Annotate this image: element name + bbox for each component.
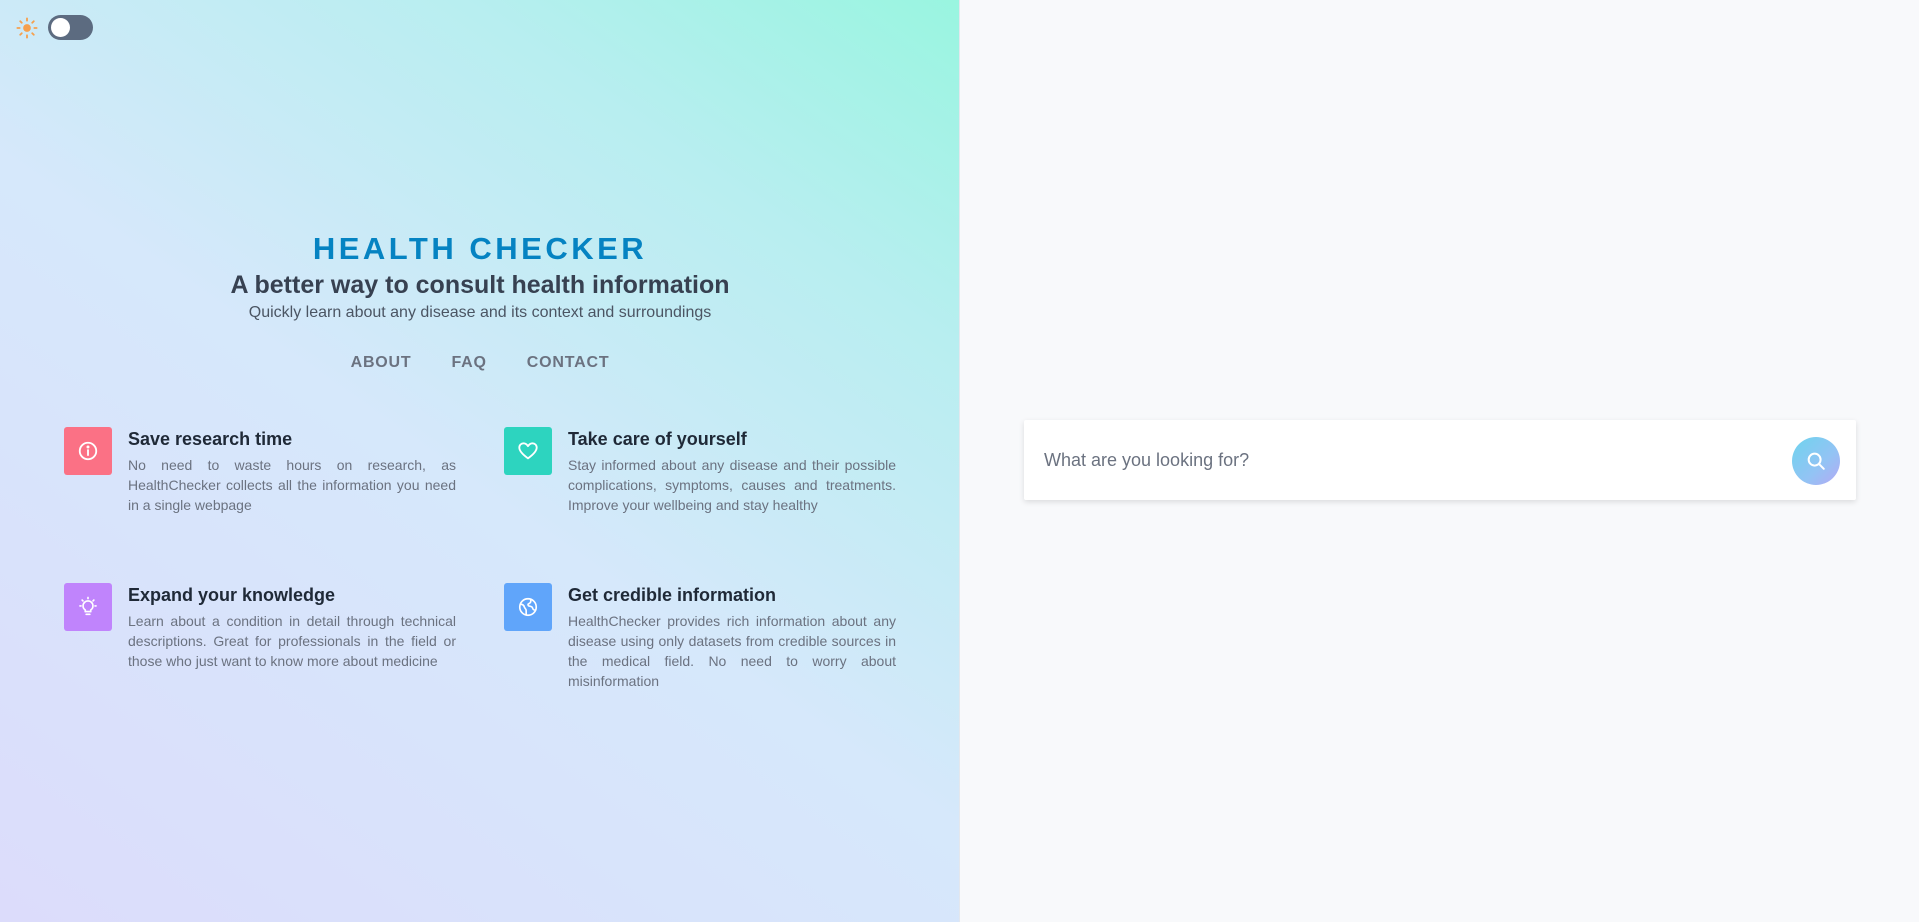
theme-toggle[interactable] xyxy=(16,15,93,40)
globe-icon xyxy=(518,597,538,617)
sun-icon xyxy=(16,16,38,39)
feature-description: No need to waste hours on research, as H… xyxy=(128,457,456,513)
heart-icon xyxy=(518,442,538,460)
lightbulb-icon xyxy=(79,596,97,616)
feature-title: Save research time xyxy=(128,429,293,449)
feature-title: Expand your knowledge xyxy=(128,585,336,605)
nav-faq[interactable]: FAQ xyxy=(451,352,486,374)
feature-icon-box xyxy=(504,583,552,631)
feature-icon-box xyxy=(504,427,552,475)
feature-save-research-time: Save research time No need to waste hour… xyxy=(64,427,456,547)
subtitle: Quickly learn about any disease and its … xyxy=(248,304,712,321)
search-icon xyxy=(1807,452,1825,470)
tagline: A better way to consult health informati… xyxy=(230,271,730,299)
nav-about[interactable]: ABOUT xyxy=(351,352,412,374)
main-nav: ABOUT FAQ CONTACT xyxy=(0,352,960,374)
hero: HEALTH CHECKER A better way to consult h… xyxy=(0,229,960,324)
feature-description: Learn about a condition in detail throug… xyxy=(128,613,456,669)
feature-title: Get credible information xyxy=(568,585,777,605)
feature-icon-box xyxy=(64,583,112,631)
search-input[interactable] xyxy=(1044,440,1764,480)
brand-title: HEALTH CHECKER xyxy=(312,231,648,266)
feature-description: Stay informed about any disease and thei… xyxy=(568,457,896,513)
feature-icon-box xyxy=(64,427,112,475)
feature-expand-your-knowledge: Expand your knowledge Learn about a cond… xyxy=(64,583,456,703)
info-icon xyxy=(78,441,98,461)
feature-get-credible-information: Get credible information HealthChecker p… xyxy=(504,583,896,703)
switch-knob xyxy=(51,18,70,37)
search-bar xyxy=(1024,420,1856,500)
feature-take-care-of-yourself: Take care of yourself Stay informed abou… xyxy=(504,427,896,547)
intro-panel: HEALTH CHECKER A better way to consult h… xyxy=(0,0,960,922)
search-button[interactable] xyxy=(1792,437,1840,485)
feature-title: Take care of yourself xyxy=(568,429,747,449)
feature-description: HealthChecker provides rich information … xyxy=(568,613,896,689)
dark-mode-switch[interactable] xyxy=(48,15,93,40)
nav-contact[interactable]: CONTACT xyxy=(527,352,610,374)
